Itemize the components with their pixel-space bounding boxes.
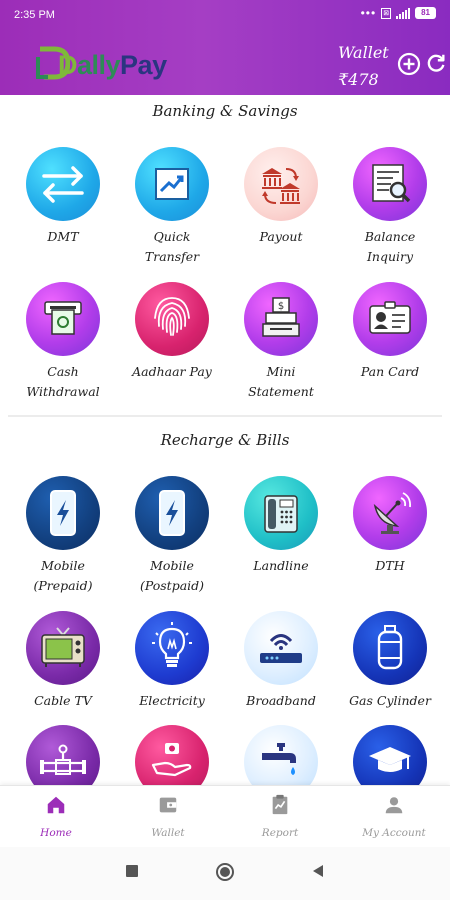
status-time: 2:35 PM xyxy=(14,9,55,21)
battery-icon: 81 xyxy=(415,7,436,19)
service-label: Mobile (Prepaid) xyxy=(33,558,93,593)
service-label: Landline xyxy=(253,558,309,573)
transfer-arrows-icon xyxy=(42,166,84,203)
bank-exchange-icon xyxy=(262,168,300,204)
nav-label: Wallet xyxy=(151,827,185,839)
document-search-icon xyxy=(372,164,411,203)
service-cable-tv[interactable]: Cable TV xyxy=(8,611,118,711)
mobile-charge-icon xyxy=(50,490,76,536)
service-mobile-prepaid[interactable]: Mobile (Prepaid) xyxy=(8,476,118,596)
tv-icon xyxy=(41,627,85,667)
satellite-dish-icon xyxy=(373,492,412,534)
service-label: Aadhaar Pay xyxy=(132,364,212,379)
nav-report[interactable]: Report xyxy=(230,794,330,839)
nav-my-account[interactable]: My Account xyxy=(344,794,444,839)
app-screen: 2:35 PM ••• ⊠ 81 DallyPay Wallet ₹478 Ba… xyxy=(0,0,450,900)
service-mini-statement[interactable]: $ Mini Statement xyxy=(226,282,336,402)
atm-cash-icon xyxy=(44,301,82,335)
service-label: Payout xyxy=(259,229,303,244)
person-icon xyxy=(385,797,403,814)
insurance-hand-icon xyxy=(151,743,192,777)
service-balance-inquiry[interactable]: Balance Inquiry xyxy=(335,147,445,267)
service-mobile-postpaid[interactable]: Mobile (Postpaid) xyxy=(117,476,227,596)
services-list[interactable]: Banking & Savings DMT Quick Transfer Pay… xyxy=(0,95,450,785)
pipeline-icon xyxy=(40,744,86,775)
home-icon xyxy=(47,796,65,814)
logo-text: DallyPay xyxy=(58,50,167,80)
water-tap-icon xyxy=(262,743,296,775)
mobile-charge-icon xyxy=(159,490,185,536)
service-electricity[interactable]: Electricity xyxy=(117,611,227,711)
nav-label: Home xyxy=(40,827,72,839)
service-insurance[interactable] xyxy=(117,725,227,785)
system-nav-bar xyxy=(0,847,450,900)
bottom-nav: Home Wallet Report My Account xyxy=(0,785,450,847)
lightbulb-icon xyxy=(152,622,192,667)
service-label: Cash Withdrawal xyxy=(26,364,100,399)
service-label: Broadband xyxy=(246,693,316,708)
service-water[interactable] xyxy=(226,725,336,785)
back-icon[interactable] xyxy=(311,864,325,878)
svg-text:$: $ xyxy=(278,301,284,312)
graduation-cap-icon xyxy=(369,747,411,772)
service-label: DTH xyxy=(375,558,405,573)
fingerprint-icon xyxy=(154,297,190,336)
service-label: Mini Statement xyxy=(248,364,314,399)
service-label: Pan Card xyxy=(360,364,420,379)
service-label: Quick Transfer xyxy=(144,229,200,264)
nav-label: Report xyxy=(261,827,299,839)
section-title-banking: Banking & Savings xyxy=(152,102,298,120)
recents-icon[interactable] xyxy=(125,864,139,878)
app-logo: DallyPay xyxy=(36,43,186,83)
chart-up-icon xyxy=(155,168,189,200)
service-dmt[interactable]: DMT xyxy=(8,147,118,247)
section-divider xyxy=(8,415,442,417)
service-payout[interactable]: Payout xyxy=(226,147,336,247)
landline-phone-icon xyxy=(264,495,298,533)
nav-home[interactable]: Home xyxy=(6,794,106,839)
service-label: Balance Inquiry xyxy=(364,229,416,264)
service-aadhaar-pay[interactable]: Aadhaar Pay xyxy=(117,282,227,382)
service-pipeline[interactable] xyxy=(8,725,118,785)
status-bar: 2:35 PM ••• ⊠ 81 xyxy=(0,0,450,30)
service-label: DMT xyxy=(47,229,79,244)
service-label: Mobile (Postpaid) xyxy=(139,558,205,593)
service-education[interactable] xyxy=(335,725,445,785)
service-broadband[interactable]: Broadband xyxy=(226,611,336,711)
service-label: Gas Cylinder xyxy=(349,693,431,708)
wallet-icon xyxy=(159,797,177,813)
service-pan-card[interactable]: Pan Card xyxy=(335,282,445,382)
service-landline[interactable]: Landline xyxy=(226,476,336,576)
report-icon xyxy=(272,794,288,815)
wallet-label: Wallet xyxy=(338,43,389,62)
service-gas-cylinder[interactable]: Gas Cylinder xyxy=(335,611,445,711)
notification-dots-icon: ••• xyxy=(360,6,377,20)
nav-label: My Account xyxy=(362,827,426,839)
wallet-balance: ₹478 xyxy=(338,70,379,89)
refresh-icon[interactable] xyxy=(425,52,447,74)
nav-wallet[interactable]: Wallet xyxy=(118,794,218,839)
status-icons: ••• ⊠ 81 xyxy=(361,6,436,20)
service-quick-transfer[interactable]: Quick Transfer xyxy=(117,147,227,267)
id-card-icon xyxy=(369,301,411,334)
section-title-recharge: Recharge & Bills xyxy=(160,431,290,449)
router-icon xyxy=(260,634,302,663)
home-circle-icon[interactable] xyxy=(215,862,235,882)
service-label: Cable TV xyxy=(34,693,92,708)
cash-register-icon: $ xyxy=(262,297,300,337)
signal-icon xyxy=(396,7,411,19)
app-header: 2:35 PM ••• ⊠ 81 DallyPay Wallet ₹478 xyxy=(0,0,450,95)
add-money-icon[interactable] xyxy=(397,52,421,76)
service-label: Electricity xyxy=(139,693,205,708)
sim-icon: ⊠ xyxy=(381,7,392,19)
service-cash-withdrawal[interactable]: Cash Withdrawal xyxy=(8,282,118,402)
service-dth[interactable]: DTH xyxy=(335,476,445,576)
gas-cylinder-icon xyxy=(377,625,403,670)
